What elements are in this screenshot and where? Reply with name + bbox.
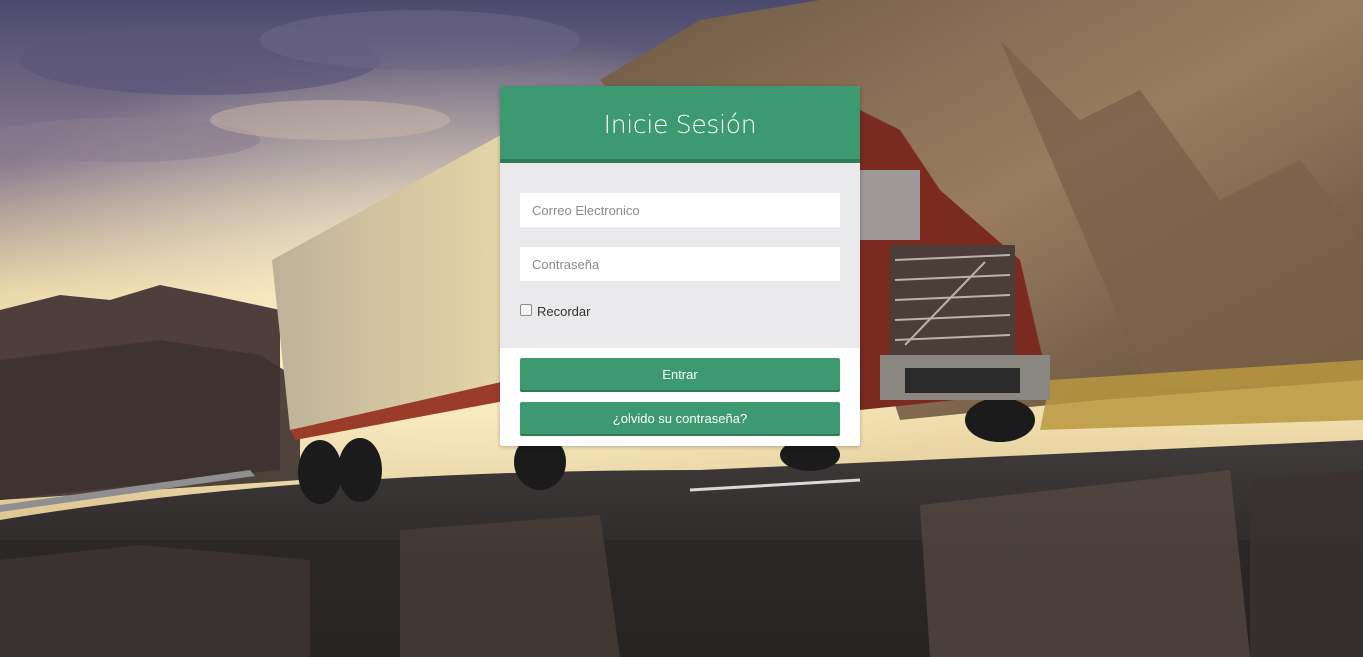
login-panel: Inicie Sesión Recordar Entrar ¿olvido su… bbox=[500, 86, 860, 446]
remember-checkbox[interactable] bbox=[520, 303, 532, 316]
remember-option[interactable]: Recordar bbox=[520, 303, 591, 319]
password-field[interactable] bbox=[520, 247, 840, 281]
submit-button[interactable]: Entrar bbox=[520, 358, 840, 392]
login-title: Inicie Sesión bbox=[500, 86, 860, 163]
login-form: Recordar bbox=[500, 163, 860, 348]
email-field[interactable] bbox=[520, 193, 840, 227]
remember-label: Recordar bbox=[537, 304, 591, 319]
forgot-password-button[interactable]: ¿olvido su contraseña? bbox=[520, 402, 840, 436]
login-actions: Entrar ¿olvido su contraseña? bbox=[500, 348, 860, 446]
